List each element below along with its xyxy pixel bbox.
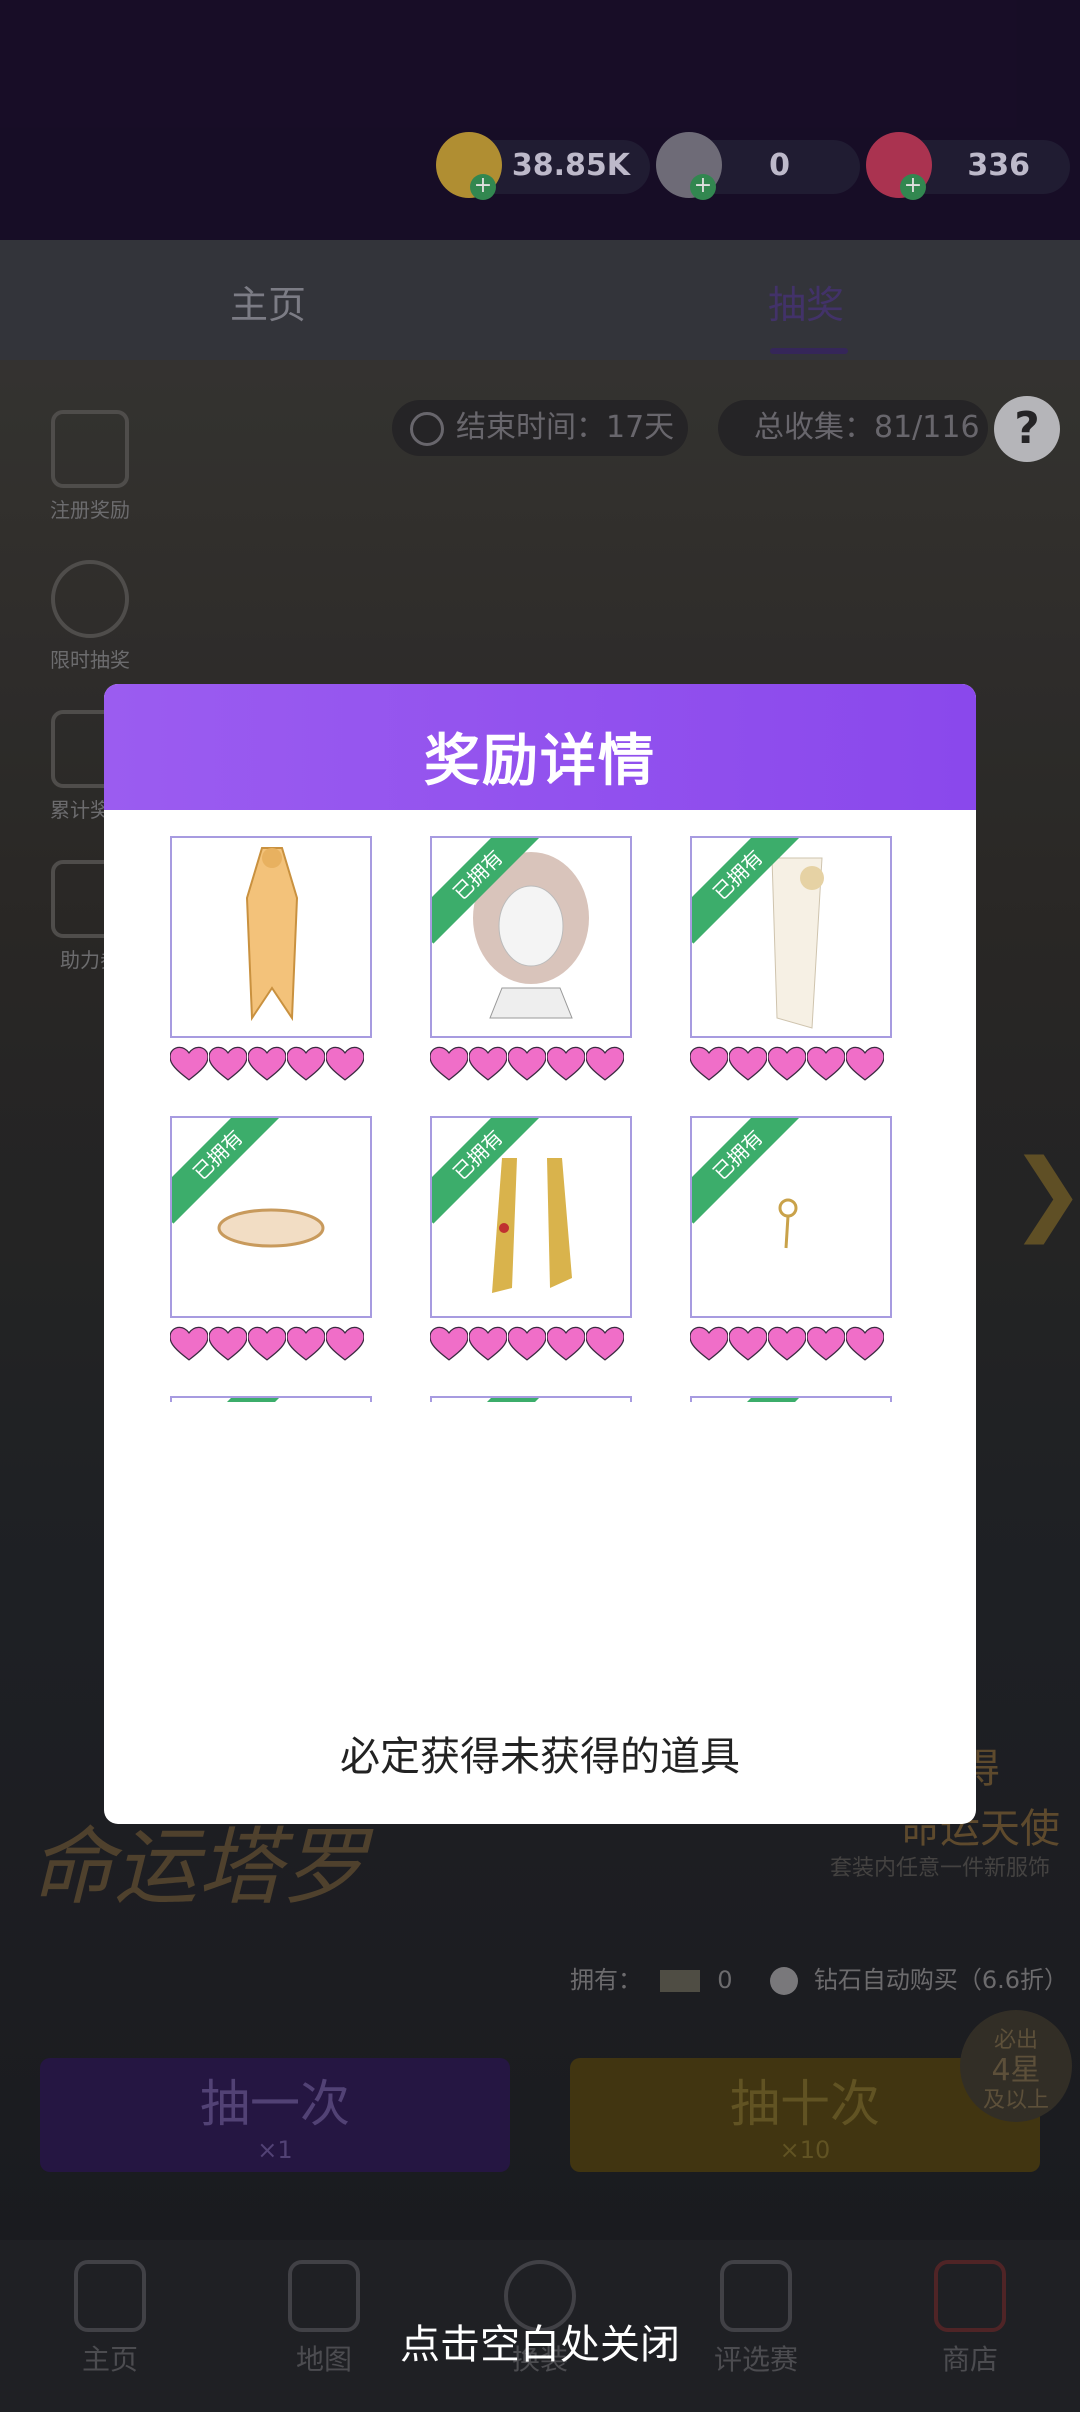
heart-icon [286, 1046, 326, 1081]
heart-icon [585, 1046, 625, 1081]
rarity-hearts [689, 1326, 892, 1366]
heart-icon [689, 1326, 729, 1361]
modal-header: 奖励详情 [104, 684, 976, 810]
rarity-hearts [689, 1046, 892, 1086]
heart-icon [325, 1326, 365, 1361]
reward-item[interactable]: 已拥有 [430, 1396, 632, 1402]
heart-icon [546, 1326, 586, 1361]
heart-icon [247, 1326, 287, 1361]
reward-item[interactable] [169, 836, 372, 1086]
heart-icon [208, 1046, 248, 1081]
heart-icon [429, 1046, 469, 1081]
golden-hairpiece-icon [170, 836, 372, 1038]
golden-sword-icon: 已拥有 [430, 1396, 632, 1402]
heart-icon [507, 1046, 547, 1081]
heart-icon [468, 1046, 508, 1081]
heart-icon [728, 1046, 768, 1081]
heart-icon [325, 1046, 365, 1081]
modal-footer-note: 必定获得未获得的道具 [340, 1734, 740, 1780]
heart-icon [845, 1046, 885, 1081]
heart-icon [806, 1326, 846, 1361]
heart-icon [806, 1046, 846, 1081]
heart-icon [546, 1046, 586, 1081]
face-makeup-icon: 已拥有 [690, 1396, 892, 1402]
reward-item[interactable]: 已拥有 [429, 836, 632, 1086]
rarity-hearts [169, 1046, 372, 1086]
heart-icon [247, 1046, 287, 1081]
heart-icon [169, 1326, 209, 1361]
reward-item[interactable]: 已拥有 [690, 1396, 892, 1402]
rarity-hearts [169, 1326, 372, 1366]
reward-item[interactable]: 已拥有 [689, 836, 892, 1086]
heart-icon [728, 1326, 768, 1361]
veil-icon: 已拥有 [690, 836, 892, 1038]
reward-item[interactable]: 已拥有 [689, 1116, 892, 1366]
heart-icon [286, 1326, 326, 1361]
reward-grid: 已拥有 已拥有 已拥有 已拥有 已拥有 [104, 810, 976, 1402]
heart-icon [208, 1326, 248, 1361]
golden-earrings-icon: 已拥有 [430, 1116, 632, 1318]
heart-icon [468, 1326, 508, 1361]
reward-item[interactable]: 已拥有 [429, 1116, 632, 1366]
modal-title: 奖励详情 [424, 729, 656, 794]
heart-icon [767, 1046, 807, 1081]
heart-icon [585, 1326, 625, 1361]
heart-icon [429, 1326, 469, 1361]
small-earring-icon: 已拥有 [690, 1116, 892, 1318]
heart-icon [169, 1046, 209, 1081]
bracelet-icon: 已拥有 [170, 1116, 372, 1318]
reward-details-modal: 奖励详情 已拥有 已拥有 已拥有 已拥有 已拥有 必定获得未获得的道具 [104, 684, 976, 1824]
heart-icon [689, 1046, 729, 1081]
heart-icon [767, 1326, 807, 1361]
rarity-hearts [429, 1326, 632, 1366]
gold-cuffs-icon: 已拥有 [170, 1396, 372, 1402]
reward-item[interactable]: 已拥有 [169, 1116, 372, 1366]
rarity-hearts [429, 1046, 632, 1086]
heart-icon [845, 1326, 885, 1361]
close-hint[interactable]: 点击空白处关闭 [0, 2312, 1080, 2370]
heart-icon [507, 1326, 547, 1361]
reward-item[interactable]: 已拥有 [170, 1396, 372, 1402]
wavy-wig-icon: 已拥有 [430, 836, 632, 1038]
